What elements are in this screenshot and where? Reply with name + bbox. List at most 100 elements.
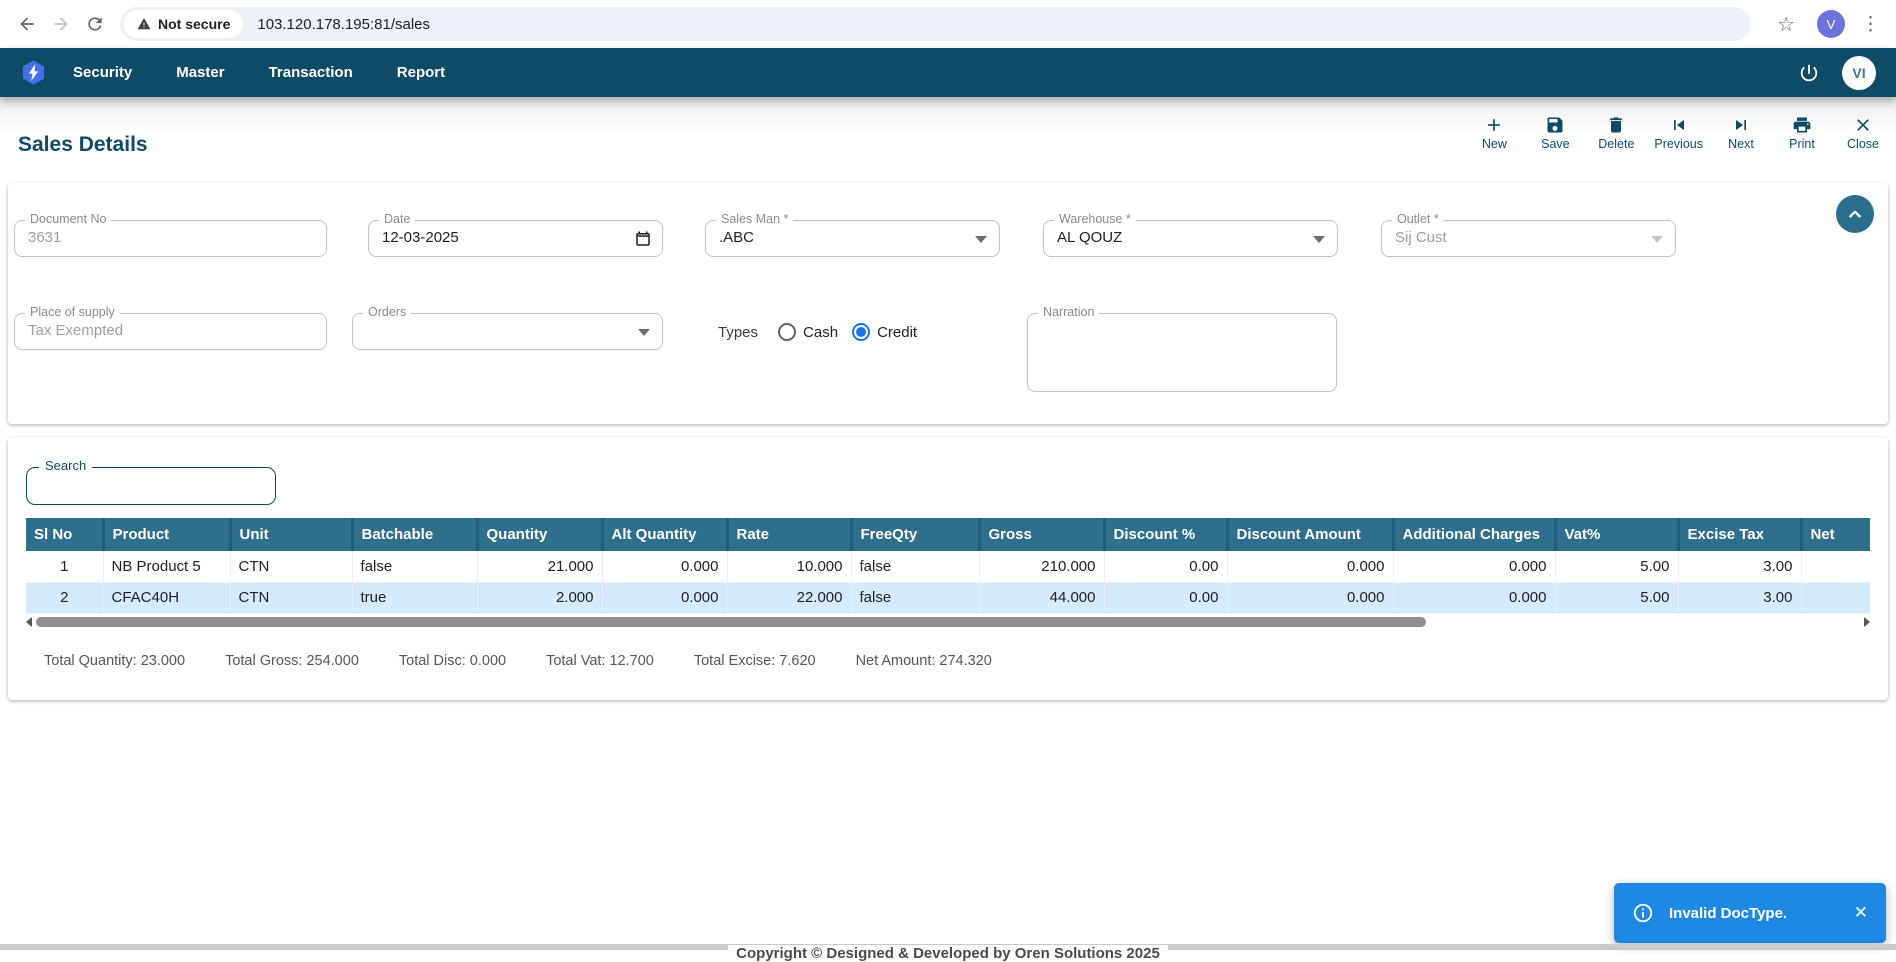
table-cell: 210.000 xyxy=(979,551,1104,582)
chevron-up-icon xyxy=(1844,203,1866,225)
radio-selected-icon xyxy=(852,323,870,341)
column-header[interactable]: Additional Charges xyxy=(1393,518,1555,551)
trash-icon xyxy=(1606,115,1626,135)
search-field[interactable]: Search xyxy=(26,467,276,505)
skip-previous-icon xyxy=(1669,115,1689,135)
table-row[interactable]: 1NB Product 5CTNfalse21.0000.00010.000fa… xyxy=(26,551,1870,582)
next-button[interactable]: Next xyxy=(1718,115,1764,151)
logout-power-icon[interactable] xyxy=(1798,62,1820,84)
browser-menu-icon[interactable]: ⋮ xyxy=(1861,13,1880,36)
chevron-down-icon xyxy=(975,236,987,243)
forward-button[interactable] xyxy=(44,7,78,41)
warning-icon xyxy=(137,17,151,31)
scroll-left-icon[interactable] xyxy=(26,617,32,627)
search-label: Search xyxy=(39,458,92,473)
collapse-panel-button[interactable] xyxy=(1836,195,1874,233)
table-row[interactable]: 2CFAC40HCTNtrue2.0000.00022.000false44.0… xyxy=(26,582,1870,613)
refresh-button[interactable] xyxy=(78,7,112,41)
column-header[interactable]: Discount % xyxy=(1104,518,1227,551)
scrollbar-thumb[interactable] xyxy=(36,617,1426,627)
app-logo-icon[interactable] xyxy=(20,59,47,86)
document-no-field: Document No 3631 xyxy=(14,220,327,257)
delete-button[interactable]: Delete xyxy=(1593,115,1639,151)
types-radio-group: Types Cash Credit xyxy=(718,323,917,341)
column-header[interactable]: Unit xyxy=(230,518,352,551)
page-header: Sales Details New Save Delete Previous N… xyxy=(0,97,1896,165)
toast-close-icon[interactable]: ✕ xyxy=(1854,903,1868,923)
table-cell: 2 xyxy=(26,582,103,613)
back-arrow-icon xyxy=(17,14,37,34)
place-of-supply-field: Place of supply Tax Exempted xyxy=(14,313,327,350)
column-header[interactable]: Net xyxy=(1801,518,1870,551)
back-button[interactable] xyxy=(10,7,44,41)
narration-field[interactable]: Narration xyxy=(1027,313,1337,392)
column-header[interactable]: Rate xyxy=(727,518,851,551)
table-cell: 0.00 xyxy=(1104,551,1227,582)
menu-item-report[interactable]: Report xyxy=(397,64,445,81)
save-button[interactable]: Save xyxy=(1532,115,1578,151)
table-cell: CFAC40H xyxy=(103,582,230,613)
table-body: 1NB Product 5CTNfalse21.0000.00010.000fa… xyxy=(26,551,1870,613)
table-cell: 47.520 xyxy=(1801,582,1870,613)
table-cell: 22.000 xyxy=(727,582,851,613)
radio-credit[interactable]: Credit xyxy=(852,323,917,341)
horizontal-scrollbar[interactable] xyxy=(26,615,1870,628)
column-header[interactable]: Gross xyxy=(979,518,1104,551)
not-secure-label: Not secure xyxy=(158,16,230,32)
scroll-right-icon[interactable] xyxy=(1864,617,1870,627)
column-header[interactable]: Batchable xyxy=(352,518,477,551)
total-item: Total Gross: 254.000 xyxy=(225,653,359,669)
table-cell: 5.00 xyxy=(1555,551,1678,582)
floppy-save-icon xyxy=(1545,115,1565,135)
table-cell: 0.000 xyxy=(602,582,727,613)
types-label: Types xyxy=(718,324,758,341)
date-field[interactable]: Date 12-03-2025 xyxy=(368,220,663,257)
column-header[interactable]: FreeQty xyxy=(851,518,979,551)
calendar-icon[interactable] xyxy=(634,230,652,248)
printer-icon xyxy=(1792,115,1812,135)
total-item: Net Amount: 274.320 xyxy=(856,653,992,669)
app-navbar: Security Master Transaction Report VI xyxy=(0,48,1896,97)
menu-item-master[interactable]: Master xyxy=(176,64,224,81)
warehouse-select[interactable]: Warehouse * AL QOUZ xyxy=(1043,220,1338,257)
url-text[interactable]: 103.120.178.195:81/sales xyxy=(257,16,430,33)
menu-item-security[interactable]: Security xyxy=(73,64,132,81)
outlet-select: Outlet * Sij Cust xyxy=(1381,220,1676,257)
copyright-text: Copyright © Designed & Developed by Oren… xyxy=(0,945,1896,962)
user-avatar[interactable]: VI xyxy=(1842,56,1876,90)
column-header[interactable]: Excise Tax xyxy=(1678,518,1801,551)
main-menu: Security Master Transaction Report xyxy=(73,64,445,81)
column-header[interactable]: Product xyxy=(103,518,230,551)
not-secure-badge[interactable]: Not secure xyxy=(124,10,243,38)
total-item: Total Vat: 12.700 xyxy=(546,653,654,669)
address-bar[interactable]: Not secure 103.120.178.195:81/sales xyxy=(120,7,1751,41)
previous-button[interactable]: Previous xyxy=(1654,115,1703,151)
column-header[interactable]: Vat% xyxy=(1555,518,1678,551)
print-button[interactable]: Print xyxy=(1779,115,1825,151)
table-cell: 3.00 xyxy=(1678,582,1801,613)
radio-cash[interactable]: Cash xyxy=(778,323,838,341)
table-cell: 1 xyxy=(26,551,103,582)
search-input[interactable] xyxy=(37,472,262,498)
table-cell: 5.00 xyxy=(1555,582,1678,613)
browser-profile-avatar[interactable]: V xyxy=(1817,10,1845,38)
column-header[interactable]: Quantity xyxy=(477,518,602,551)
plus-icon xyxy=(1484,115,1504,135)
bookmark-star-icon[interactable]: ☆ xyxy=(1777,12,1795,37)
menu-item-transaction[interactable]: Transaction xyxy=(269,64,353,81)
table-header-row: Sl NoProductUnitBatchableQuantityAlt Qua… xyxy=(26,518,1870,551)
close-button[interactable]: Close xyxy=(1840,115,1886,151)
column-header[interactable]: Discount Amount xyxy=(1227,518,1393,551)
column-header[interactable]: Alt Quantity xyxy=(602,518,727,551)
browser-chrome: Not secure 103.120.178.195:81/sales ☆ V … xyxy=(0,0,1896,48)
orders-select[interactable]: Orders xyxy=(352,313,663,350)
table-cell: CTN xyxy=(230,551,352,582)
new-button[interactable]: New xyxy=(1471,115,1517,151)
sales-lines-card: Search Sl NoProductUnitBatchableQuantity… xyxy=(8,437,1888,700)
info-icon xyxy=(1632,902,1654,924)
table-cell: 0.00 xyxy=(1104,582,1227,613)
column-header[interactable]: Sl No xyxy=(26,518,103,551)
table-cell: 0.000 xyxy=(1227,582,1393,613)
sales-man-select[interactable]: Sales Man * .ABC xyxy=(705,220,1000,257)
table-cell: true xyxy=(352,582,477,613)
